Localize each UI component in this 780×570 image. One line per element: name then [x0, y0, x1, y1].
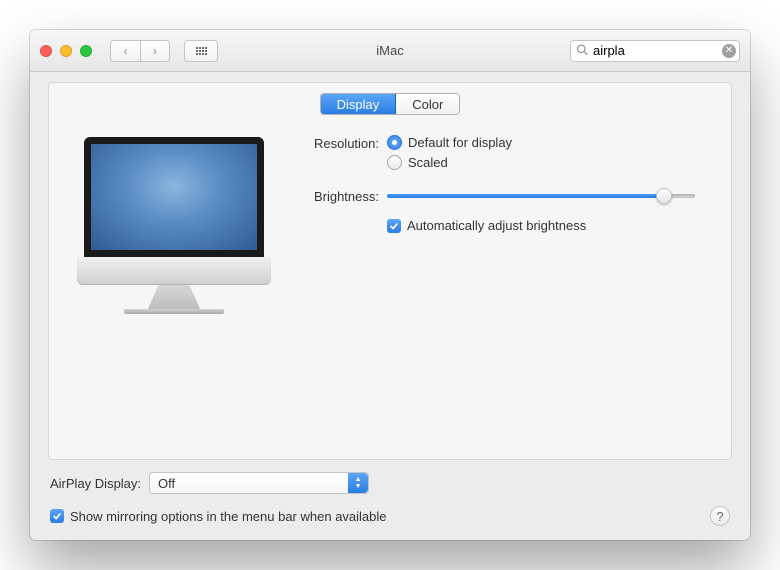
grid-icon	[196, 47, 207, 55]
settings-column: Resolution: Default for display Scaled	[299, 133, 701, 439]
slider-track	[387, 194, 695, 198]
brightness-slider[interactable]	[387, 188, 695, 204]
auto-brightness-option[interactable]: Automatically adjust brightness	[387, 218, 701, 233]
search-icon	[576, 43, 588, 58]
chevron-left-icon: ‹	[124, 44, 128, 58]
clear-search-button[interactable]: ✕	[722, 44, 736, 58]
mirroring-label: Show mirroring options in the menu bar w…	[70, 509, 387, 524]
checkbox-checked-icon	[387, 219, 401, 233]
help-button[interactable]: ?	[710, 506, 730, 526]
airplay-select[interactable]: Off ▲▼	[149, 472, 369, 494]
tab-color[interactable]: Color	[396, 94, 459, 114]
slider-thumb[interactable]	[656, 188, 672, 204]
forward-button[interactable]: ›	[140, 40, 170, 62]
back-button[interactable]: ‹	[110, 40, 140, 62]
airplay-row: AirPlay Display: Off ▲▼	[50, 472, 730, 494]
resolution-radio-group: Default for display Scaled	[387, 135, 512, 170]
checkbox-checked-icon	[50, 509, 64, 523]
zoom-button[interactable]	[80, 45, 92, 57]
help-icon: ?	[716, 509, 723, 524]
tabs: Display Color	[49, 83, 731, 115]
window-controls	[40, 45, 92, 57]
resolution-default-label: Default for display	[408, 135, 512, 150]
main-row: Resolution: Default for display Scaled	[49, 115, 731, 459]
segmented-control: Display Color	[320, 93, 461, 115]
imac-chin	[77, 257, 271, 285]
select-arrows-icon: ▲▼	[348, 473, 368, 493]
chevron-right-icon: ›	[153, 44, 157, 58]
radio-unchecked-icon	[387, 155, 402, 170]
brightness-label: Brightness:	[299, 188, 379, 204]
tab-display[interactable]: Display	[321, 94, 397, 114]
nav-buttons: ‹ ›	[110, 40, 170, 62]
mirroring-option[interactable]: Show mirroring options in the menu bar w…	[50, 509, 387, 524]
auto-brightness-label: Automatically adjust brightness	[407, 218, 586, 233]
resolution-default-option[interactable]: Default for display	[387, 135, 512, 150]
content: Display Color Resolution:	[30, 72, 750, 540]
main-panel: Display Color Resolution:	[48, 82, 732, 460]
slider-fill	[387, 194, 664, 198]
minimize-button[interactable]	[60, 45, 72, 57]
resolution-label: Resolution:	[299, 135, 379, 151]
imac-foot	[124, 309, 224, 314]
search-input[interactable]	[570, 40, 740, 62]
imac-illustration	[79, 137, 269, 439]
titlebar: ‹ › iMac ✕	[30, 30, 750, 72]
radio-checked-icon	[387, 135, 402, 150]
close-button[interactable]	[40, 45, 52, 57]
airplay-label: AirPlay Display:	[50, 476, 141, 491]
close-icon: ✕	[725, 46, 733, 56]
resolution-row: Resolution: Default for display Scaled	[299, 135, 701, 170]
search-wrap: ✕	[570, 40, 740, 62]
imac-screen	[84, 137, 264, 257]
airplay-value: Off	[158, 476, 175, 491]
brightness-row: Brightness:	[299, 188, 701, 204]
mirroring-row: Show mirroring options in the menu bar w…	[50, 506, 730, 526]
show-all-button[interactable]	[184, 40, 218, 62]
imac-stand	[148, 285, 200, 309]
display-preferences-window: ‹ › iMac ✕	[30, 30, 750, 540]
resolution-scaled-option[interactable]: Scaled	[387, 155, 512, 170]
resolution-scaled-label: Scaled	[408, 155, 448, 170]
bottom-area: AirPlay Display: Off ▲▼ Show mirroring o…	[48, 460, 732, 526]
